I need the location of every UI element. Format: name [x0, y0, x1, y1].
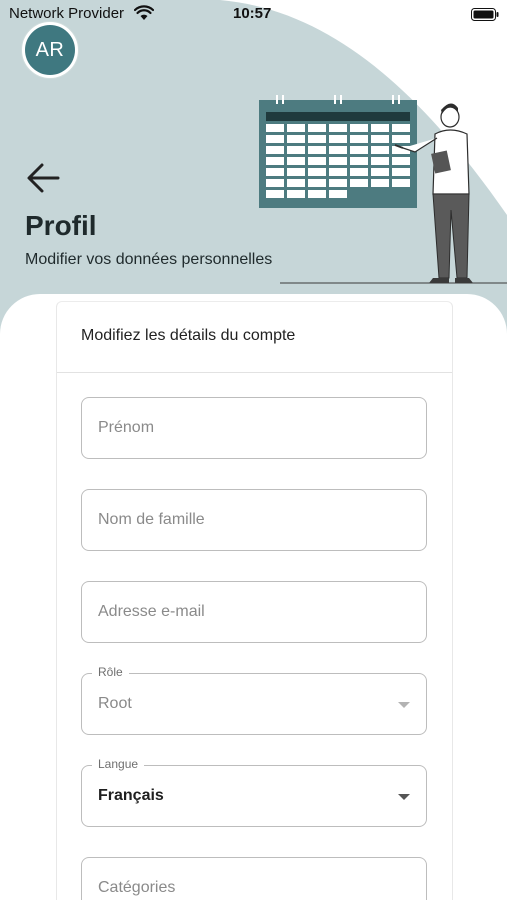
last-name-field[interactable]: Nom de famille	[81, 489, 427, 551]
categories-field[interactable]: Catégories	[81, 857, 427, 900]
avatar[interactable]: AR	[21, 21, 79, 79]
status-bar: Network Provider 10:57	[0, 0, 507, 28]
card-title: Modifiez les détails du compte	[81, 327, 296, 344]
language-value: Français	[98, 787, 164, 804]
calendar-person-illustration	[259, 95, 507, 284]
email-placeholder: Adresse e-mail	[98, 603, 205, 620]
email-field[interactable]: Adresse e-mail	[81, 581, 427, 643]
page-subtitle: Modifier vos données personnelles	[25, 251, 273, 268]
role-value: Root	[98, 695, 132, 712]
role-select: Rôle Root	[81, 665, 427, 735]
carrier-label: Network Provider	[9, 5, 125, 22]
language-label: Langue	[92, 757, 145, 771]
chevron-down-icon[interactable]	[398, 794, 410, 800]
first-name-field[interactable]: Prénom	[81, 397, 427, 459]
profile-screen: Network Provider 10:57 AR Profil Modifie…	[0, 0, 507, 900]
page-title: Profil	[25, 210, 97, 241]
back-arrow-icon[interactable]	[24, 160, 64, 196]
first-name-placeholder: Prénom	[98, 419, 155, 436]
avatar-initials: AR	[25, 25, 75, 75]
wifi-icon	[134, 5, 154, 20]
role-label: Rôle	[92, 665, 129, 679]
categories-placeholder: Catégories	[98, 879, 176, 896]
battery-icon	[471, 8, 499, 21]
status-time: 10:57	[233, 5, 272, 22]
last-name-placeholder: Nom de famille	[98, 511, 205, 528]
card-divider	[57, 372, 452, 373]
language-select[interactable]: Langue Français	[81, 757, 427, 827]
chevron-down-icon	[398, 702, 410, 708]
